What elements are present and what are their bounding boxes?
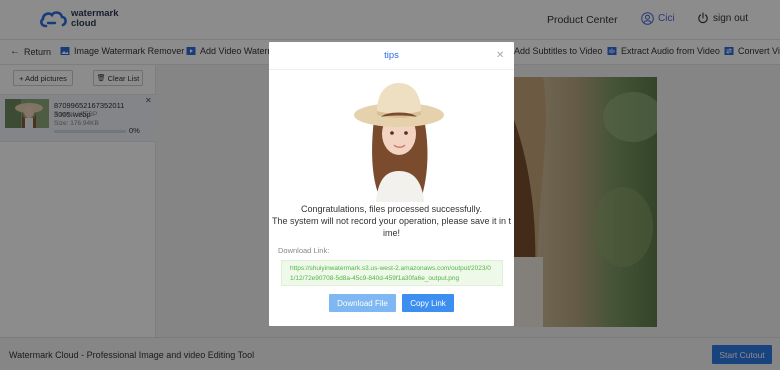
download-link-label: Download Link: <box>278 246 330 255</box>
close-icon[interactable]: ✕ <box>496 50 504 61</box>
dialog-header: tips ✕ <box>269 42 514 70</box>
save-warning-line2: ime! <box>382 228 400 238</box>
dialog-title: tips <box>384 50 399 61</box>
download-file-button[interactable]: Download File <box>329 294 396 312</box>
tips-dialog: tips ✕ Congratulations, files processed … <box>269 42 514 326</box>
copy-link-button[interactable]: Copy Link <box>402 294 454 312</box>
save-warning-line1: The system will not record your operatio… <box>271 216 512 226</box>
result-image <box>352 79 447 202</box>
download-link-text[interactable]: https://shuiyinwatermark.s3.us-west-2.am… <box>281 260 503 286</box>
success-message: Congratulations, files processed success… <box>301 204 482 214</box>
